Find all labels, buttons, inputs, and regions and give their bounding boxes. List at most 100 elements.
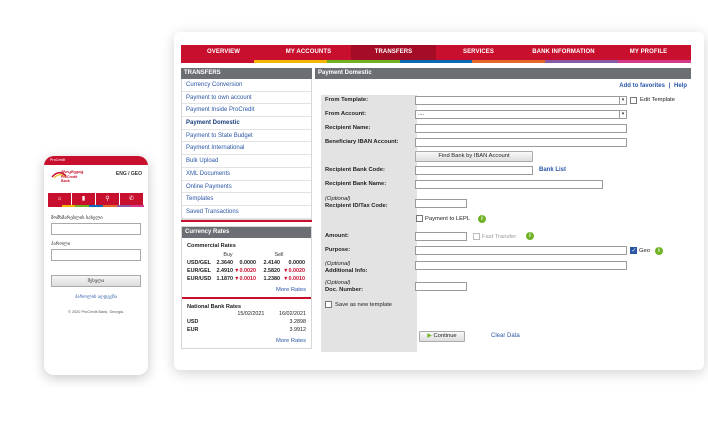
iban-input[interactable] <box>415 138 627 147</box>
clear-data-link[interactable]: Clear Data <box>491 333 520 339</box>
login-button[interactable]: შესვლა <box>51 275 141 287</box>
stripe-segment <box>399 60 473 63</box>
sidebar-item-currency-conversion[interactable]: Currency Conversion <box>182 79 311 92</box>
bank-code-label: Recipient Bank Code: <box>325 167 385 173</box>
national-rate-cur: EUR <box>187 326 199 333</box>
rate-pair: EUR/GEL <box>187 267 211 274</box>
more-rates-link-2[interactable]: More Rates <box>182 334 311 348</box>
password-input[interactable] <box>51 249 141 261</box>
stripe-segment <box>326 60 400 63</box>
commercial-rates-header: Buy Sell <box>182 249 311 259</box>
edit-template-checkbox[interactable] <box>630 97 637 104</box>
sidebar-item-saved-transactions[interactable]: Saved Transactions <box>182 206 311 219</box>
sidebar-item-payment-to-state-budget[interactable]: Payment to State Budget <box>182 130 311 143</box>
tab-overview[interactable]: OVERVIEW <box>181 45 266 60</box>
stripe-segment <box>102 205 117 207</box>
from-account-label: From Account: <box>325 111 367 117</box>
tab-my-accounts[interactable]: MY ACCOUNTS <box>266 45 351 60</box>
tab-transfers[interactable]: TRANSFERS <box>351 45 436 60</box>
sidebar-item-payment-domestic[interactable]: Payment Domestic <box>182 117 311 130</box>
rate-sell: 2.5820 <box>263 267 281 274</box>
table-row: EUR/GEL 2.4910 ▼0.0020 2.5820 ▼0.0020 <box>182 267 311 275</box>
sidebar-item-payment-to-own-account[interactable]: Payment to own account <box>182 92 311 105</box>
stripe-segment <box>130 205 145 207</box>
bank-name-input[interactable] <box>415 180 603 189</box>
stripe-segment <box>61 205 76 207</box>
form-title: Payment Domestic <box>315 68 691 79</box>
info-icon[interactable]: i <box>655 247 663 255</box>
stripe-segment <box>545 60 619 63</box>
sidebar-item-payment-inside-procredit[interactable]: Payment Inside ProCredit <box>182 104 311 118</box>
purpose-label: Purpose: <box>325 247 351 253</box>
optional-label: (Optional) <box>325 280 351 286</box>
mobile-footer: © 2020 ProCredit Bank, Georgia. <box>68 310 124 314</box>
national-rates-table: USD 3.2898 EUR 3.9912 <box>182 318 311 334</box>
save-template-label: Save as new template <box>335 302 393 308</box>
info-icon[interactable]: i <box>478 215 486 223</box>
stripe-segment <box>48 205 62 207</box>
label-column <box>321 95 417 352</box>
phone-icon[interactable]: ✆ <box>120 193 143 205</box>
mobile-top-bar: ProCredit <box>44 156 148 165</box>
purpose-input[interactable] <box>415 246 627 255</box>
from-account-value: .... <box>418 111 425 117</box>
info-icon[interactable]: i <box>526 232 534 240</box>
rate-sell: 1.2380 <box>263 275 281 282</box>
tax-code-input[interactable] <box>415 199 467 208</box>
sidebar-item-templates[interactable]: Templates <box>182 193 311 206</box>
bank-list-link[interactable]: Bank List <box>539 167 566 173</box>
find-bank-button[interactable]: Find Bank by IBAN Account <box>415 151 533 162</box>
language-switch[interactable]: ENG / GEO <box>116 171 142 177</box>
table-row: EUR/USD 1.1870 ▼0.0010 1.2380 ▼0.0010 <box>182 275 311 283</box>
edit-template-label: Edit Template <box>640 97 676 103</box>
sidebar-item-payment-international[interactable]: Payment International <box>182 142 311 156</box>
desktop-window: OVERVIEW MY ACCOUNTS TRANSFERS SERVICES BANK… <box>174 32 704 370</box>
doc-number-input[interactable] <box>415 282 467 291</box>
date-2: 16/02/2021 <box>279 310 307 317</box>
add-favorites-link[interactable]: Add to favorites <box>619 83 665 89</box>
commercial-rates-table: USD/GEL 2.3640 0.0000 2.4140 0.0000 EUR/GEL 2.… <box>182 259 311 283</box>
national-rate-v1 <box>223 319 265 325</box>
location-icon[interactable]: ⚲ <box>96 193 119 205</box>
help-link[interactable]: Help <box>674 83 687 89</box>
save-template-checkbox[interactable] <box>325 301 332 308</box>
date-1: 15/02/2021 <box>237 310 265 317</box>
sidebar-item-online-payments[interactable]: Online Payments <box>182 181 311 194</box>
currency-rates-panel: Currency Rates Commercial Rates Buy Sell… <box>181 225 312 349</box>
additional-info-input[interactable] <box>415 261 627 270</box>
favorites-help-links: Add to favorites | Help <box>619 83 687 89</box>
continue-label: Continue <box>433 333 457 339</box>
table-row: USD/GEL 2.3640 0.0000 2.4140 0.0000 <box>182 259 311 267</box>
sell-header: Sell <box>274 251 284 258</box>
geo-checkbox[interactable] <box>630 247 637 254</box>
buy-header: Buy <box>223 251 233 258</box>
additional-info-label: Additional Info: <box>325 268 368 274</box>
more-rates-link[interactable]: More Rates <box>182 283 311 297</box>
sidebar-menu: Currency Conversion Payment to own accoun… <box>181 79 312 220</box>
fast-transfer-checkbox[interactable] <box>473 233 480 240</box>
amount-input[interactable] <box>415 232 467 241</box>
continue-button[interactable]: ▶ Continue <box>419 331 465 342</box>
chart-icon[interactable]: ▮ <box>72 193 95 205</box>
from-account-select[interactable]: .... ▾ <box>415 110 627 119</box>
bank-code-input[interactable] <box>415 166 533 175</box>
tab-bank-information[interactable]: BANK INFORMATION <box>521 45 606 60</box>
rate-pair: EUR/USD <box>187 275 212 282</box>
from-template-select[interactable]: ▾ <box>415 96 627 105</box>
separator: | <box>668 83 671 89</box>
color-stripe <box>181 60 692 63</box>
username-input[interactable] <box>51 223 141 235</box>
rate-sell-change: ▼0.0010 <box>283 275 305 282</box>
rate-buy-change: ▼0.0020 <box>234 267 256 274</box>
payment-lepl-checkbox[interactable] <box>416 215 423 222</box>
tab-my-profile[interactable]: MY PROFILE <box>606 45 691 60</box>
sidebar-item-xml-documents[interactable]: XML Documents <box>182 168 311 181</box>
forgot-password-link[interactable]: პაროლის აღდგენა <box>44 294 148 300</box>
payment-lepl-label: Payment to LEPL <box>425 216 471 222</box>
tab-services[interactable]: SERVICES <box>436 45 521 60</box>
stripe-segment <box>181 60 254 63</box>
home-icon[interactable]: ⌂ <box>48 193 71 205</box>
main-nav: OVERVIEW MY ACCOUNTS TRANSFERS SERVICES BANK… <box>181 45 691 60</box>
recipient-name-input[interactable] <box>415 124 627 133</box>
sidebar-item-bulk-upload[interactable]: Bulk Upload <box>182 155 311 168</box>
